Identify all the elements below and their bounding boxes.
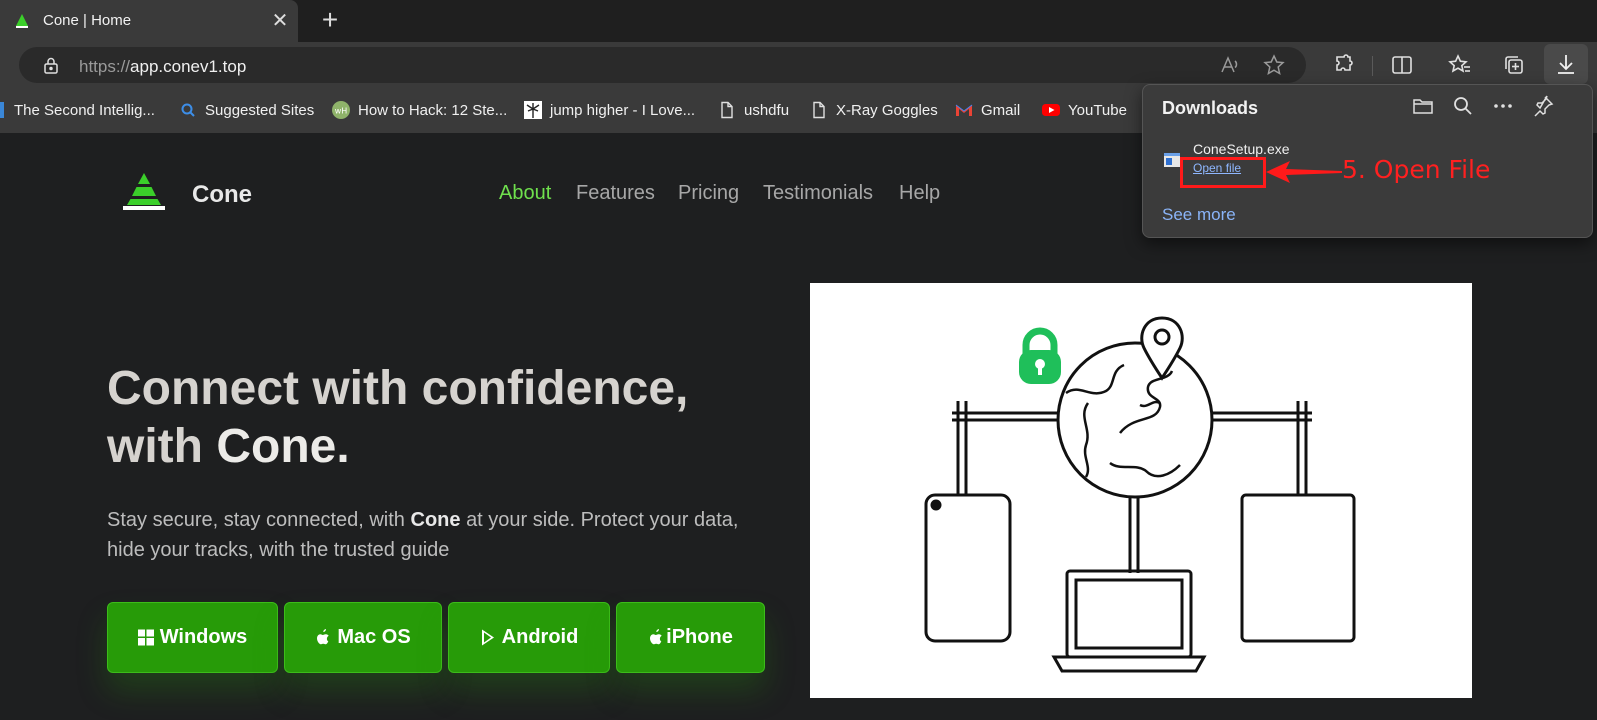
bookmark-label: How to Hack: 12 Ste...	[358, 101, 508, 119]
nav-testimonials[interactable]: Testimonials	[763, 182, 873, 205]
subtitle-part-1: Stay secure, stay connected, with	[107, 509, 405, 531]
tab-bar: Cone | Home ✕ +	[0, 0, 1597, 42]
nav-pricing[interactable]: Pricing	[678, 182, 739, 205]
url-text[interactable]: https://app.conev1.top	[79, 57, 246, 77]
hero-line-2: with	[107, 420, 203, 473]
android-download-button[interactable]: Android	[448, 602, 610, 673]
bookmark-label: Suggested Sites	[205, 101, 315, 119]
bookmark-label: YouTube	[1068, 101, 1127, 119]
nav-help[interactable]: Help	[899, 182, 940, 205]
hero-brand: Cone.	[216, 420, 350, 473]
download-file-name[interactable]: ConeSetup.exe	[1193, 141, 1290, 157]
url-scheme: https://	[79, 57, 131, 76]
favorite-star-icon[interactable]	[1263, 54, 1285, 76]
page-icon	[721, 101, 733, 119]
page-icon	[813, 101, 825, 119]
search-icon	[181, 103, 195, 117]
hero-line-1: Connect with confidence,	[107, 362, 689, 415]
bookmark-label: ushdfu	[744, 101, 790, 119]
more-options-icon[interactable]	[1492, 95, 1514, 117]
iphone-download-button[interactable]: iPhone	[616, 602, 765, 673]
bookmark-jump-higher[interactable]: jump higher - I Love...	[524, 100, 695, 120]
apple-icon	[650, 629, 662, 645]
download-icon	[1558, 55, 1574, 74]
brand-name[interactable]: Cone	[192, 181, 252, 209]
nav-about[interactable]: About	[499, 182, 551, 205]
button-label: iPhone	[666, 626, 733, 648]
page-icon	[0, 102, 4, 118]
windows-download-button[interactable]: Windows	[107, 602, 278, 673]
subtitle-brand: Cone	[410, 509, 461, 531]
bookmark-label: The Second Intellig...	[14, 101, 155, 119]
bookmark-suggested-sites[interactable]: Suggested Sites	[179, 100, 314, 120]
split-screen-icon[interactable]	[1390, 53, 1414, 77]
nav-features[interactable]: Features	[576, 182, 655, 205]
button-label: Android	[501, 626, 579, 648]
toolbar-separator	[1372, 56, 1373, 76]
bookmark-label: Gmail	[981, 101, 1021, 119]
bookmark-label: jump higher - I Love...	[550, 101, 696, 119]
active-tab[interactable]: Cone | Home ✕	[0, 0, 298, 42]
macos-download-button[interactable]: Mac OS	[284, 602, 442, 673]
address-bar[interactable]: https://app.conev1.top	[19, 47, 1306, 83]
apple-icon	[317, 629, 330, 645]
folder-icon[interactable]	[1412, 95, 1434, 117]
extensions-icon[interactable]	[1332, 53, 1356, 77]
collections-icon[interactable]	[1502, 53, 1526, 77]
search-icon[interactable]	[1452, 95, 1474, 117]
wikihow-icon: wH	[332, 101, 350, 119]
button-label: Mac OS	[337, 626, 411, 648]
exe-file-icon	[1164, 153, 1180, 167]
lock-icon[interactable]	[43, 57, 59, 74]
url-host: app.conev1.top	[130, 57, 247, 76]
gmail-icon	[955, 104, 973, 116]
annotation-arrow	[1266, 161, 1342, 183]
windows-icon	[137, 629, 154, 646]
new-tab-icon[interactable]: +	[318, 6, 342, 34]
youtube-icon	[1042, 104, 1060, 116]
cone-favicon-icon	[16, 14, 28, 28]
palm-icon	[524, 101, 542, 119]
play-store-icon	[481, 629, 494, 646]
annotation-label: 5. Open File	[1342, 155, 1491, 184]
bookmark-second-intelligence[interactable]: The Second Intellig...	[0, 100, 155, 120]
network-illustration	[810, 283, 1472, 698]
bookmark-label: X-Ray Goggles	[836, 101, 938, 119]
svg-text:wH: wH	[335, 107, 348, 116]
bookmark-gmail[interactable]: Gmail	[955, 100, 1020, 120]
bookmark-how-to-hack[interactable]: wH How to Hack: 12 Ste...	[332, 100, 507, 120]
pin-icon[interactable]	[1532, 95, 1554, 117]
bookmark-xray-goggles[interactable]: X-Ray Goggles	[810, 100, 938, 120]
downloads-title: Downloads	[1162, 98, 1259, 118]
close-tab-icon[interactable]: ✕	[270, 11, 290, 31]
cone-logo[interactable]	[121, 171, 167, 211]
read-aloud-icon[interactable]	[1219, 54, 1241, 76]
annotation-highlight-box	[1180, 157, 1266, 188]
bookmark-ushdfu[interactable]: ushdfu	[718, 100, 789, 120]
hero-title: Connect with confidence, with Cone.	[107, 360, 787, 476]
see-more-link[interactable]: See more	[1162, 205, 1236, 225]
downloads-button[interactable]	[1544, 44, 1588, 84]
address-toolbar: https://app.conev1.top	[0, 42, 1597, 88]
favorites-icon[interactable]	[1448, 53, 1472, 77]
button-label: Windows	[159, 626, 248, 648]
tab-title: Cone | Home	[43, 12, 132, 29]
bookmark-youtube[interactable]: YouTube	[1042, 100, 1127, 120]
hero-subtitle: Stay secure, stay connected, with Cone a…	[107, 505, 777, 565]
